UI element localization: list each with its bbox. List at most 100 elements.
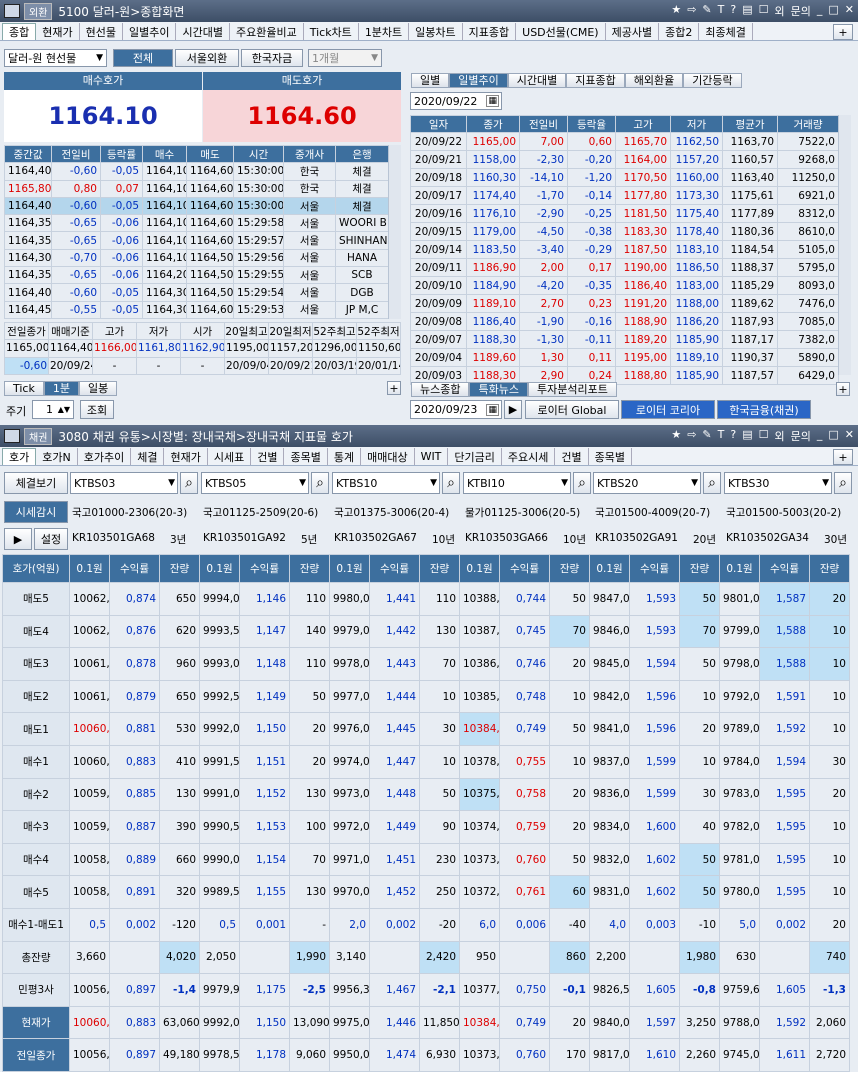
- table-cell[interactable]: 9832,0: [589, 842, 630, 877]
- table-cell[interactable]: 9780,0: [719, 875, 760, 909]
- tab-item[interactable]: 단기금리: [448, 448, 502, 465]
- tab-item[interactable]: 종합2: [659, 23, 700, 40]
- table-cell[interactable]: 49,180: [159, 1038, 200, 1072]
- table-cell[interactable]: -120: [159, 907, 200, 942]
- setup-button[interactable]: 설정: [34, 528, 68, 550]
- table-cell[interactable]: 130: [289, 777, 330, 812]
- table-cell[interactable]: 10056,1: [69, 973, 110, 1007]
- table-cell[interactable]: 1,990: [289, 940, 330, 975]
- table-cell[interactable]: 10062,0: [69, 614, 110, 649]
- sub-tab[interactable]: 시간대별: [507, 73, 567, 88]
- table-cell[interactable]: 10377,7: [459, 973, 500, 1007]
- bond-code-input[interactable]: KTBS30 ▼: [724, 472, 832, 494]
- table-cell[interactable]: 660: [159, 842, 200, 877]
- table-row[interactable]: 1164,35 -0,65 -0,06 1164,20 1164,50 15:29:55 서…: [4, 266, 389, 285]
- table-cell[interactable]: 9817,0: [589, 1038, 630, 1072]
- table-cell[interactable]: 0,002: [109, 907, 160, 942]
- table-cell[interactable]: 1,445: [369, 712, 420, 746]
- sub-tab[interactable]: 투자분석리포트: [527, 382, 617, 397]
- news-date-input[interactable]: 2020/09/23 ▦: [410, 400, 502, 419]
- table-cell[interactable]: 9956,3: [329, 973, 370, 1007]
- table-cell[interactable]: [759, 940, 810, 975]
- table-row[interactable]: 1164,45 -0,55 -0,05 1164,30 1164,60 15:29:53 서…: [4, 300, 389, 319]
- window-control-icon[interactable]: ⇨: [687, 3, 696, 19]
- news-source-reuters-korea[interactable]: 로이터 코리아: [621, 400, 715, 419]
- table-cell[interactable]: 11,850: [419, 1005, 460, 1040]
- table-cell[interactable]: 9841,0: [589, 712, 630, 746]
- table-cell[interactable]: 0,749: [499, 1005, 550, 1040]
- tab-item[interactable]: 현재가: [164, 448, 208, 465]
- window-control-icon[interactable]: ✎: [702, 3, 711, 19]
- window-control-icon[interactable]: ?: [730, 3, 736, 19]
- table-cell[interactable]: 0,755: [499, 744, 550, 779]
- window-control-icon[interactable]: ⇨: [687, 428, 696, 444]
- table-cell[interactable]: 10061,0: [69, 679, 110, 714]
- table-cell[interactable]: -2,5: [289, 973, 330, 1007]
- table-cell[interactable]: 4,0: [589, 907, 630, 942]
- chevron-down-icon[interactable]: ▼: [299, 478, 306, 488]
- table-cell[interactable]: -10: [679, 907, 720, 942]
- table-cell[interactable]: 10372,0: [459, 875, 500, 909]
- table-cell[interactable]: 130: [289, 875, 330, 909]
- table-cell[interactable]: 9992,0: [199, 1005, 240, 1040]
- table-cell[interactable]: 9979,0: [329, 614, 370, 649]
- table-row[interactable]: 20/09/10 1184,90 -4,20 -0,35 1186,40 1183,00 1…: [410, 276, 839, 296]
- table-cell[interactable]: 650: [159, 679, 200, 714]
- tab-item[interactable]: 주요환율비교: [230, 23, 304, 40]
- table-cell[interactable]: 0,760: [499, 1038, 550, 1072]
- filter-korea-button[interactable]: 한국자금: [241, 49, 303, 67]
- tab-item[interactable]: 주요시세: [502, 448, 556, 465]
- table-cell[interactable]: 1,592: [759, 1005, 810, 1040]
- chevron-down-icon[interactable]: ▼: [430, 478, 437, 488]
- table-cell[interactable]: 9970,0: [329, 875, 370, 909]
- lookup-button[interactable]: 조회: [80, 400, 114, 419]
- table-row[interactable]: 20/09/09 1189,10 2,70 0,23 1191,20 1188,00 118…: [410, 294, 839, 314]
- chevron-down-icon[interactable]: ▼: [561, 478, 568, 488]
- table-cell[interactable]: 1,147: [239, 614, 290, 649]
- table-cell[interactable]: 60: [549, 875, 590, 909]
- news-source-reuters-global[interactable]: 로이터 Global: [525, 400, 619, 419]
- table-cell[interactable]: 10374,0: [459, 810, 500, 844]
- table-cell[interactable]: 10056,0: [69, 1038, 110, 1072]
- table-cell[interactable]: 9990,0: [199, 842, 240, 877]
- table-cell[interactable]: 20: [289, 744, 330, 779]
- table-cell[interactable]: 0,874: [109, 582, 160, 616]
- table-cell[interactable]: 40: [679, 810, 720, 844]
- bond-code-input[interactable]: KTBI10 ▼: [463, 472, 571, 494]
- table-cell[interactable]: 1,153: [239, 810, 290, 844]
- table-cell[interactable]: 90: [419, 810, 460, 844]
- table-row[interactable]: 20/09/07 1188,30 -1,30 -0,11 1189,20 1185,90 1…: [410, 330, 839, 350]
- table-cell[interactable]: 0,879: [109, 679, 160, 714]
- tab-item[interactable]: WIT: [415, 448, 449, 465]
- table-cell[interactable]: 250: [419, 875, 460, 909]
- table-cell[interactable]: 50: [679, 875, 720, 909]
- table-cell[interactable]: 1,148: [239, 647, 290, 681]
- table-cell[interactable]: 1,154: [239, 842, 290, 877]
- table-cell[interactable]: 10: [809, 647, 850, 681]
- table-cell[interactable]: 9836,0: [589, 777, 630, 812]
- table-cell[interactable]: 70: [419, 647, 460, 681]
- table-cell[interactable]: 50: [549, 712, 590, 746]
- add-tab-button[interactable]: +: [833, 449, 853, 465]
- table-cell[interactable]: 10058,0: [69, 875, 110, 909]
- table-cell[interactable]: 20: [809, 582, 850, 616]
- table-cell[interactable]: 3,660: [69, 940, 110, 975]
- table-cell[interactable]: 170: [549, 1038, 590, 1072]
- table-cell[interactable]: 9971,0: [329, 842, 370, 877]
- table-cell[interactable]: 9846,0: [589, 614, 630, 649]
- table-cell[interactable]: 9745,0: [719, 1038, 760, 1072]
- window-control-icon[interactable]: 외: [775, 3, 785, 19]
- table-cell[interactable]: 650: [159, 582, 200, 616]
- table-cell[interactable]: 2,260: [679, 1038, 720, 1072]
- table-cell[interactable]: 20: [549, 1005, 590, 1040]
- add-news-button[interactable]: +: [836, 382, 850, 396]
- table-cell[interactable]: 20: [289, 712, 330, 746]
- sub-tab[interactable]: 1분: [43, 381, 79, 396]
- table-row[interactable]: 20/09/15 1179,00 -4,50 -0,38 1183,30 1178,40 1…: [410, 222, 839, 242]
- table-cell[interactable]: -0,1: [549, 973, 590, 1007]
- table-cell[interactable]: 1,605: [629, 973, 680, 1007]
- table-cell[interactable]: 9979,9: [199, 973, 240, 1007]
- table-cell[interactable]: 0,759: [499, 810, 550, 844]
- sub-tab[interactable]: Tick: [4, 381, 44, 396]
- window-control-icon[interactable]: ☐: [759, 428, 769, 444]
